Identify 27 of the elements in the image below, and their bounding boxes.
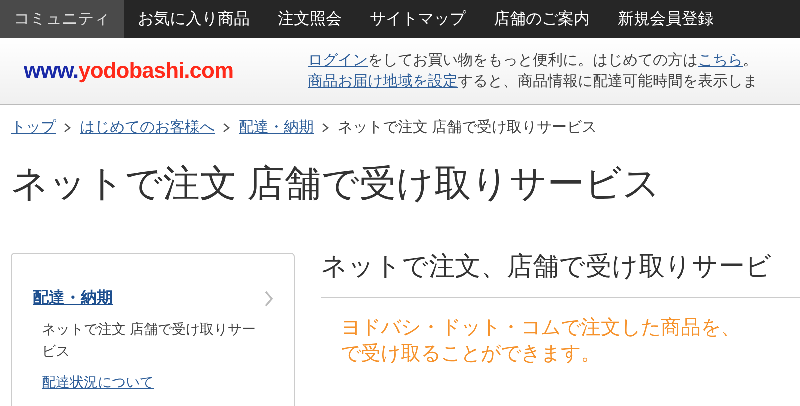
breadcrumb-link[interactable]: トップ	[11, 118, 56, 137]
header-message: 商品お届け地域を設定すると、商品情報に配達可能時間を表示しま	[308, 72, 758, 91]
breadcrumb-current: ネットで注文 店舗で受け取りサービス	[338, 118, 598, 137]
header-message: ログインをしてお買い物をもっと便利に。はじめての方はこちら。	[308, 51, 758, 70]
sidebar-item[interactable]: ネットで注文 店舗で受け取りサービス	[42, 319, 264, 362]
nav-tab[interactable]: サイトマップ	[356, 0, 480, 38]
lead-text: で受け取ることができます。	[341, 342, 601, 367]
header-link[interactable]: ログイン	[308, 52, 368, 69]
nav-tab[interactable]: コミュニティ	[0, 0, 124, 38]
chevron-icon	[322, 122, 330, 132]
breadcrumb-link[interactable]: はじめてのお客様へ	[80, 118, 215, 137]
page-title: ネットで注文 店舗で受け取りサービス	[11, 162, 662, 206]
chevron-icon	[64, 122, 72, 132]
nav-tab[interactable]: お気に入り商品	[124, 0, 264, 38]
lead-text: ヨドバシ・ドット・コムで注文した商品を、	[341, 316, 741, 341]
header-link[interactable]: こちら	[698, 52, 743, 69]
breadcrumb-link[interactable]: 配達・納期	[239, 118, 314, 137]
sidebar-item[interactable]: 配達状況について	[42, 374, 154, 390]
sidebar-heading[interactable]: 配達・納期	[33, 288, 113, 309]
nav-tab[interactable]: 注文照会	[264, 0, 356, 38]
nav-tab[interactable]: 新規会員登録	[604, 0, 728, 38]
chevron-icon	[264, 290, 274, 306]
header-link[interactable]: 商品お届け地域を設定	[308, 73, 458, 90]
section-heading: ネットで注文、店舗で受け取りサービ	[321, 250, 773, 283]
site-logo[interactable]: www.yodobashi.com	[0, 58, 284, 84]
nav-tab[interactable]: 店舗のご案内	[480, 0, 604, 38]
chevron-icon	[223, 122, 231, 132]
